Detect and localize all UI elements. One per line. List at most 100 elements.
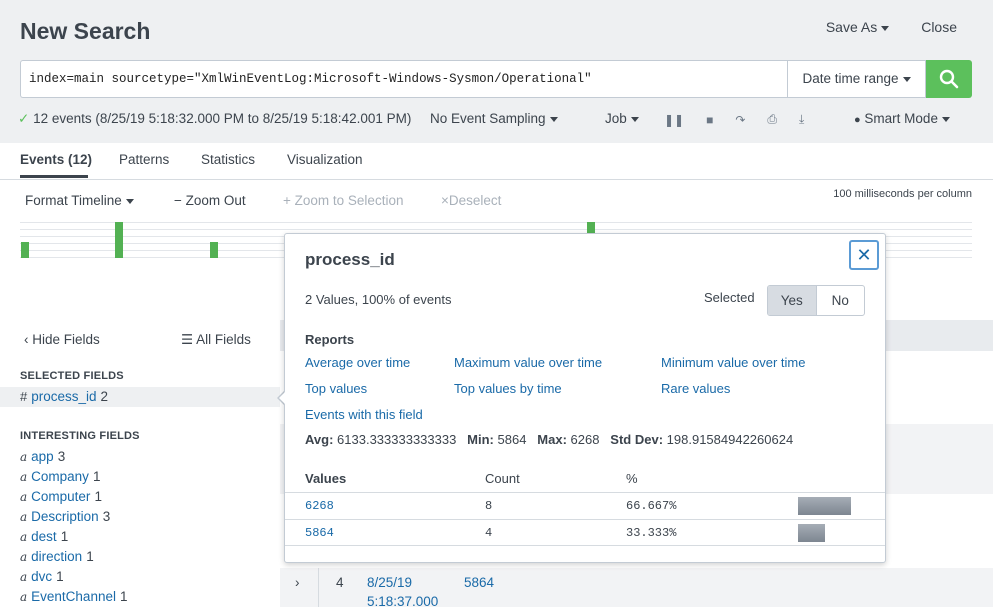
report-maximum-over-time[interactable]: Maximum value over time [454,355,602,370]
field-item-process-id[interactable]: # process_id 2 [20,389,108,409]
close-button[interactable]: Close [921,19,957,35]
min-value: 5864 [497,432,527,447]
caret-down-icon [125,198,134,204]
count-cell: 8 [485,499,493,513]
date-range-label: Date time range [802,71,899,86]
field-type-string: a [20,510,28,524]
export-icon[interactable]: ⤓ [799,112,804,127]
tab-statistics[interactable]: Statistics [201,152,255,167]
stop-icon[interactable]: ■ [706,113,713,127]
event-time-clock[interactable]: 5:18:37.000 [367,594,438,607]
event-value[interactable]: 5864 [464,575,494,590]
active-tab-indicator [20,175,88,178]
minus-icon: − [174,193,182,208]
report-average-over-time[interactable]: Average over time [305,355,410,370]
event-row[interactable]: › 4 8/25/19 5:18:37.000 5864 [280,568,993,607]
field-item[interactable]: a dvc 1 [20,569,64,589]
tab-events[interactable]: Events (12) [20,152,92,167]
fields-sidebar: ‹ Hide Fields ☰ All Fields SELECTED FIEL… [0,320,280,607]
field-name: Company [31,469,89,484]
zoom-selection-label: Zoom to Selection [294,193,404,208]
search-header: New Search Save As Close index=main sour… [0,0,993,143]
field-item[interactable]: a Company 1 [20,469,100,489]
deselect-label: Deselect [448,193,502,208]
field-item[interactable]: a EventChannel 1 [20,589,127,607]
field-type-number: # [20,389,28,404]
hide-fields-label: Hide Fields [32,332,100,347]
search-input[interactable]: index=main sourcetype="XmlWinEventLog:Mi… [20,60,787,98]
chevron-left-icon: ‹ [24,332,29,347]
job-menu[interactable]: Job [605,111,639,126]
event-count-text: 12 events (8/25/19 5:18:32.000 PM to 8/2… [33,111,412,126]
field-type-string: a [20,530,28,544]
table-row[interactable]: 5864 4 33.333% [285,519,885,546]
pause-icon[interactable]: ❚❚ [664,113,684,127]
timeline-bar[interactable] [21,242,29,258]
values-summary: 2 Values, 100% of events [305,292,452,307]
tab-patterns[interactable]: Patterns [119,152,169,167]
report-minimum-over-time[interactable]: Minimum value over time [661,355,806,370]
field-name: direction [31,549,83,564]
event-sampling-label: No Event Sampling [430,111,546,126]
search-mode-dropdown[interactable]: ● Smart Mode [854,111,950,126]
field-item[interactable]: a Description 3 [20,509,110,529]
caret-down-icon [941,116,950,122]
hide-fields-button[interactable]: ‹ Hide Fields [24,332,100,347]
field-type-string: a [20,550,28,564]
field-item[interactable]: a app 3 [20,449,65,469]
percent-cell: 66.667% [626,499,677,513]
field-item[interactable]: a dest 1 [20,529,68,549]
search-icon [939,69,959,89]
close-button[interactable]: ✕ [849,240,879,270]
selected-no-button[interactable]: No [817,286,865,315]
values-column-header: Values [305,471,347,486]
close-icon: ✕ [856,244,872,265]
field-stats: Avg: 6133.333333333333 Min: 5864 Max: 62… [305,432,793,447]
all-fields-button[interactable]: ☰ All Fields [181,332,251,348]
status-summary: ✓ 12 events (8/25/19 5:18:32.000 PM to 8… [18,111,411,127]
zoom-selection-button[interactable]: + Zoom to Selection [283,193,403,208]
tab-visualization[interactable]: Visualization [287,152,363,167]
field-item[interactable]: a direction 1 [20,549,94,569]
event-time-date[interactable]: 8/25/19 [367,575,412,590]
field-count: 2 [100,389,109,404]
search-button[interactable] [926,60,972,98]
report-events-with-field[interactable]: Events with this field [305,407,423,422]
format-timeline-label: Format Timeline [25,193,122,208]
report-top-values-by-time[interactable]: Top values by time [454,381,562,396]
field-name: dvc [31,569,53,584]
save-as-button[interactable]: Save As [826,19,890,35]
selected-yes-button[interactable]: Yes [768,286,817,315]
caret-down-icon [630,116,639,122]
share-icon[interactable]: ↷ [735,113,745,127]
field-type-string: a [20,450,28,464]
event-sampling-dropdown[interactable]: No Event Sampling [430,111,558,126]
field-name: Computer [31,489,91,504]
date-range-picker[interactable]: Date time range [787,60,926,98]
timeline-bar[interactable] [115,222,123,258]
field-item[interactable]: a Computer 1 [20,489,102,509]
report-rare-values[interactable]: Rare values [661,381,730,396]
print-icon[interactable]: ⎙ [767,112,777,127]
percent-bar [798,524,825,542]
value-cell[interactable]: 5864 [305,526,334,540]
deselect-button[interactable]: ×Deselect [441,193,501,208]
popover-title: process_id [305,250,395,269]
format-timeline-menu[interactable]: Format Timeline [25,193,134,208]
timeline-bar[interactable] [210,242,218,258]
field-name: app [31,449,54,464]
field-count: 1 [56,569,64,584]
value-cell[interactable]: 6268 [305,499,334,513]
timeline-gridline [20,229,972,230]
reports-heading: Reports [305,332,355,347]
zoom-out-label: Zoom Out [185,193,246,208]
report-top-values[interactable]: Top values [305,381,367,396]
count-column-header: Count [485,471,520,486]
row-divider [318,568,319,607]
zoom-out-button[interactable]: − Zoom Out [174,193,246,208]
field-name: Description [31,509,99,524]
job-status-row: ✓ 12 events (8/25/19 5:18:32.000 PM to 8… [18,111,968,129]
expand-chevron-icon[interactable]: › [295,575,300,590]
timeline-gridline [20,222,972,223]
table-row[interactable]: 6268 8 66.667% [285,492,885,519]
